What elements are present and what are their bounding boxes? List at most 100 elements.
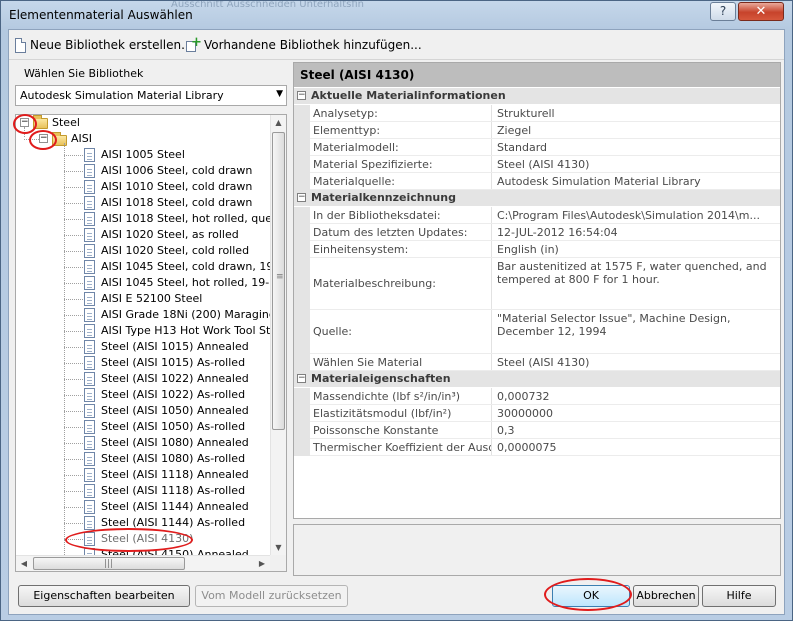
tree-item[interactable]: Steel (AISI 1015) Annealed <box>16 339 272 355</box>
tree-vertical-scrollbar[interactable]: ▲ ≡ ▼ <box>270 115 286 556</box>
collapse-icon[interactable]: − <box>20 118 29 127</box>
tree-item[interactable]: Steel (AISI 1022) Annealed <box>16 371 272 387</box>
tree-item[interactable]: Steel (AISI 1050) As-rolled <box>16 419 272 435</box>
property-row[interactable]: Datum des letzten Updates: 12-JUL-2012 16… <box>310 224 780 241</box>
property-row[interactable]: Materialquelle: Autodesk Simulation Mater… <box>310 173 780 190</box>
property-row[interactable]: Poissonsche Konstante 0,3 <box>310 422 780 439</box>
scroll-thumb[interactable]: ≡ <box>272 132 285 430</box>
material-document-icon <box>84 356 95 370</box>
property-value: Strukturell <box>497 107 555 120</box>
library-select-value: Autodesk Simulation Material Library <box>20 89 224 102</box>
property-value: C:\Program Files\Autodesk\Simulation 201… <box>497 209 760 222</box>
cancel-button[interactable]: Abbrechen <box>633 585 699 607</box>
tree-item[interactable]: Steel (AISI 1118) Annealed <box>16 467 272 483</box>
tree-line <box>64 267 83 268</box>
scroll-left-icon[interactable]: ◀ <box>16 556 32 571</box>
property-name: In der Bibliotheksdatei: <box>310 207 492 223</box>
edit-properties-button[interactable]: Eigenschaften bearbeiten <box>18 585 190 607</box>
property-row[interactable]: In der Bibliotheksdatei: C:\Program Files… <box>310 207 780 224</box>
tree-item[interactable]: Steel (AISI 1080) Annealed <box>16 435 272 451</box>
reset-from-model-button[interactable]: Vom Modell zurücksetzen <box>195 585 348 607</box>
scroll-down-icon[interactable]: ▼ <box>271 540 286 556</box>
tree-item[interactable]: AISI E 52100 Steel <box>16 291 272 307</box>
library-select[interactable]: Autodesk Simulation Material Library ▼ <box>15 85 287 106</box>
property-gutter <box>294 388 310 405</box>
tree-item[interactable]: AISI 1045 Steel, cold drawn, 19-32 mm <box>16 259 272 275</box>
property-row[interactable]: Quelle: "Material Selector Issue", Machin… <box>310 310 780 354</box>
add-library-button[interactable]: + Vorhandene Bibliothek hinzufügen... <box>186 35 422 55</box>
ok-button[interactable]: OK <box>552 585 630 607</box>
tree-item[interactable]: AISI Type H13 Hot Work Tool Steel, <box>16 323 272 339</box>
help-title-button[interactable]: ? <box>710 2 736 21</box>
tree-item[interactable]: Steel (AISI 1144) As-rolled <box>16 515 272 531</box>
title-bar[interactable]: Ausschnitt Ausschneiden Unterhaltsfin El… <box>1 1 792 29</box>
property-group-header[interactable]: − Materialkennzeichnung <box>294 190 780 206</box>
collapse-icon[interactable]: − <box>39 134 48 143</box>
property-value: Bar austenitized at 1575 F, water quench… <box>497 260 767 286</box>
property-value: "Material Selector Issue", Machine Desig… <box>497 312 731 338</box>
tree-node-steel[interactable]: − Steel <box>16 115 266 131</box>
tree-item[interactable]: AISI 1006 Steel, cold drawn <box>16 163 272 179</box>
property-group-header[interactable]: − Materialeigenschaften <box>294 371 780 387</box>
property-row[interactable]: Elastizitätsmodul (lbf/in²) 30000000 <box>310 405 780 422</box>
tree-item[interactable]: AISI 1005 Steel <box>16 147 272 163</box>
material-document-icon <box>84 484 95 498</box>
tree-horizontal-scrollbar[interactable]: ◀ ||| ▶ <box>16 555 286 571</box>
property-name: Materialmodell: <box>310 139 492 155</box>
collapse-icon[interactable]: − <box>297 193 306 202</box>
property-row[interactable]: Material Spezifizierte: Steel (AISI 4130) <box>310 156 780 173</box>
tree-item[interactable]: AISI 1020 Steel, cold rolled <box>16 243 272 259</box>
tree-node-aisi[interactable]: − AISI <box>16 131 266 147</box>
tree-item[interactable]: Steel (AISI 1144) Annealed <box>16 499 272 515</box>
property-row[interactable]: Elementtyp: Ziegel <box>310 122 780 139</box>
property-row[interactable]: Materialmodell: Standard <box>310 139 780 156</box>
property-group-label: Aktuelle Materialinformationen <box>311 89 506 102</box>
material-document-icon <box>84 196 95 210</box>
new-library-button[interactable]: Neue Bibliothek erstellen... <box>15 35 193 55</box>
material-document-icon <box>84 276 95 290</box>
tree-item[interactable]: AISI 1020 Steel, as rolled <box>16 227 272 243</box>
scroll-up-icon[interactable]: ▲ <box>271 115 286 131</box>
tree-item[interactable]: AISI 1018 Steel, hot rolled, quenched <box>16 211 272 227</box>
property-row[interactable]: Thermischer Koeffizient der Ausdehnung 0,… <box>310 439 780 456</box>
material-document-icon <box>84 388 95 402</box>
tree-item-label: AISI 1045 Steel, cold drawn, 19-32 mm <box>101 260 272 273</box>
property-name: Materialquelle: <box>310 173 492 189</box>
property-name: Elastizitätsmodul (lbf/in²) <box>310 405 492 421</box>
property-row[interactable]: Wählen Sie Material Steel (AISI 4130) <box>310 354 780 371</box>
scroll-right-icon[interactable]: ▶ <box>254 556 270 571</box>
collapse-icon[interactable]: − <box>297 374 306 383</box>
tree-item[interactable]: AISI 1045 Steel, hot rolled, 19-32 mm <box>16 275 272 291</box>
property-gutter <box>294 207 310 224</box>
tree-item-label: Steel (AISI 1080) Annealed <box>101 436 249 449</box>
tree-line <box>64 155 83 156</box>
property-row[interactable]: Einheitensystem: English (in) <box>310 241 780 258</box>
property-name: Elementtyp: <box>310 122 492 138</box>
material-document-icon <box>84 244 95 258</box>
tree-item[interactable]: Steel (AISI 1022) As-rolled <box>16 387 272 403</box>
property-row[interactable]: Materialbeschreibung: Bar austenitized at… <box>310 258 780 310</box>
tree-item[interactable]: Steel (AISI 1080) As-rolled <box>16 451 272 467</box>
tree-item[interactable]: AISI 1018 Steel, cold drawn <box>16 195 272 211</box>
material-document-icon <box>84 164 95 178</box>
tree-item[interactable]: Steel (AISI 1015) As-rolled <box>16 355 272 371</box>
property-row[interactable]: Massendichte (lbf s²/in/in³) 0,000732 <box>310 388 780 405</box>
tree-item[interactable]: AISI 1010 Steel, cold drawn <box>16 179 272 195</box>
tree-line <box>64 459 83 460</box>
material-document-icon <box>84 340 95 354</box>
tree-item-label: AISI E 52100 Steel <box>101 292 203 305</box>
scroll-thumb[interactable]: ||| <box>33 557 185 570</box>
tree-item[interactable]: Steel (AISI 1118) As-rolled <box>16 483 272 499</box>
property-value: 0,000732 <box>497 390 550 403</box>
material-tree[interactable]: − Steel − AISI AISI 1005 Steel AISI 1006 … <box>15 114 287 572</box>
property-row[interactable]: Analysetyp: Strukturell <box>310 105 780 122</box>
tree-line <box>64 299 83 300</box>
tree-item[interactable]: AISI Grade 18Ni (200) Maraging Steel <box>16 307 272 323</box>
help-button[interactable]: Hilfe <box>702 585 776 607</box>
tree-item-label: Steel (AISI 1080) As-rolled <box>101 452 246 465</box>
property-group-header[interactable]: − Aktuelle Materialinformationen <box>294 88 780 104</box>
close-button[interactable]: ✕ <box>738 2 784 21</box>
tree-item[interactable]: Steel (AISI 4130) <box>16 531 272 547</box>
collapse-icon[interactable]: − <box>297 91 306 100</box>
tree-item[interactable]: Steel (AISI 1050) Annealed <box>16 403 272 419</box>
